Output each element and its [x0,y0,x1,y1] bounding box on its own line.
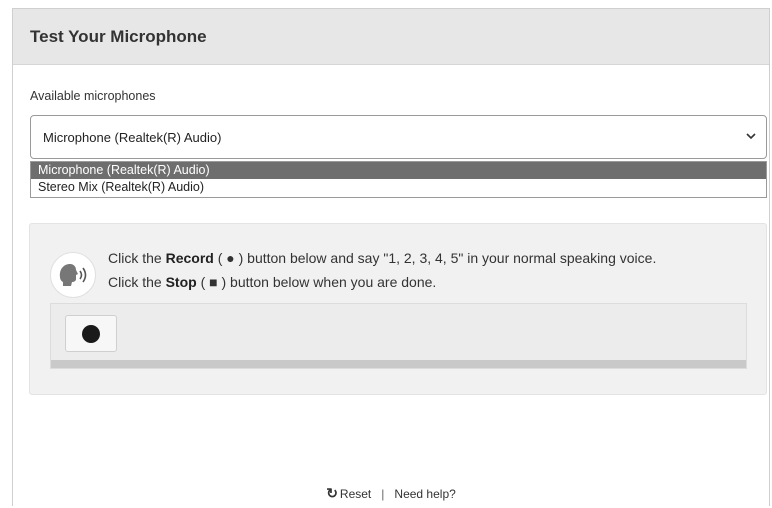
instruction-line-2: Click the Stop ( ■ ) button below when y… [108,274,437,290]
chevron-down-icon [744,129,758,143]
microphones-label: Available microphones [30,89,156,103]
reset-icon: ↻ [326,485,338,501]
microphone-option[interactable]: Microphone (Realtek(R) Audio) [31,162,766,179]
recording-instructions: Click the Record ( ● ) button below and … [108,246,656,294]
microphone-test-panel: Test Your Microphone Available microphon… [12,8,770,506]
record-keyword: Record [165,250,214,266]
record-button[interactable] [65,315,117,352]
reset-link[interactable]: ↻ Reset [326,485,371,501]
audio-level-meter [51,360,746,368]
footer-separator: | [381,487,385,501]
panel-header: Test Your Microphone [13,9,769,65]
panel-footer: ↻ Reset | Need help? [13,485,769,502]
microphone-dropdown-list: Microphone (Realtek(R) Audio) Stereo Mix… [30,161,767,198]
help-link[interactable]: Need help? [394,487,455,501]
recording-control-area [50,303,747,369]
speaker-voice-icon [50,252,96,298]
recording-test-box: Click the Record ( ● ) button below and … [29,223,767,395]
microphone-select-value: Microphone (Realtek(R) Audio) [43,129,222,145]
page-title: Test Your Microphone [30,26,207,46]
record-icon [82,324,100,343]
instruction-line-1: Click the Record ( ● ) button below and … [108,250,657,266]
microphone-option[interactable]: Stereo Mix (Realtek(R) Audio) [31,179,766,196]
microphone-select[interactable]: Microphone (Realtek(R) Audio) [30,115,767,159]
stop-keyword: Stop [165,274,197,290]
